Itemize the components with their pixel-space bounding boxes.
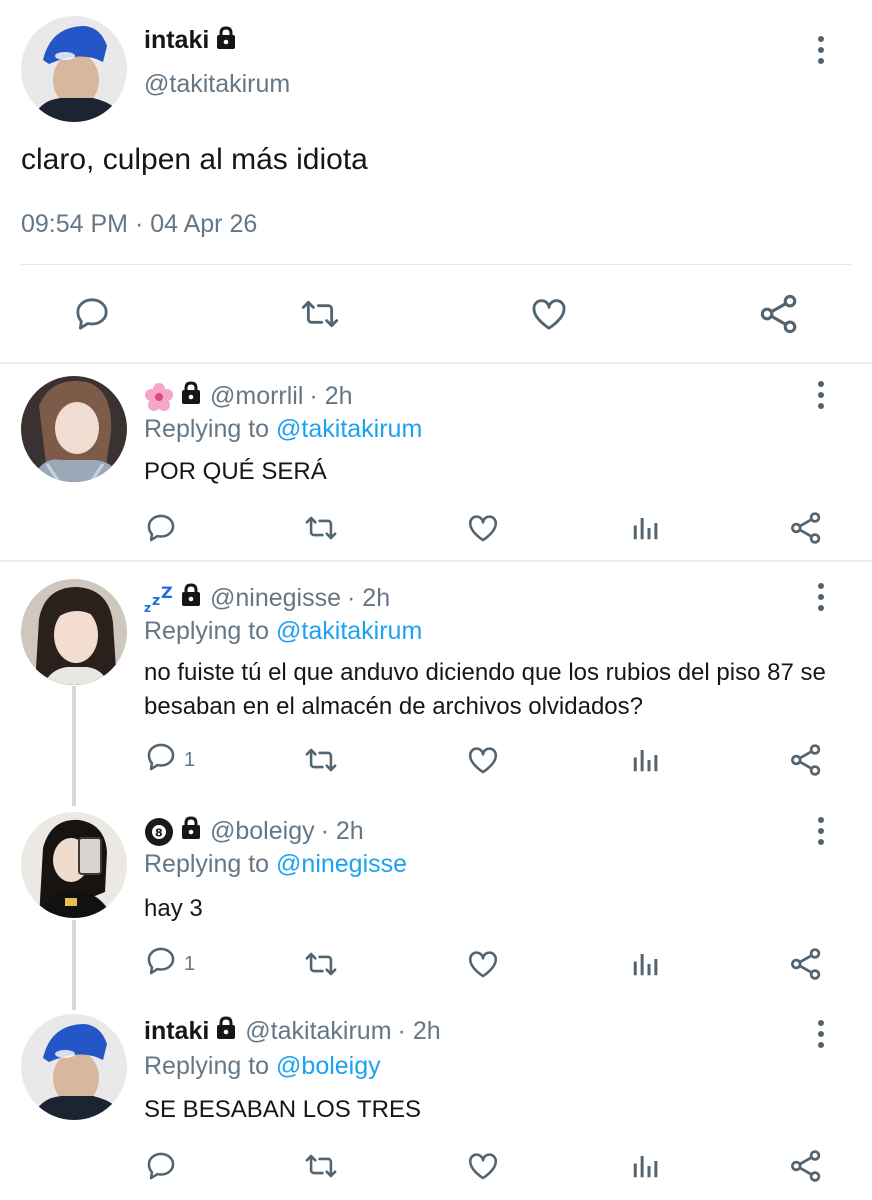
main-tweet: intaki @takitakirum claro, culpen al más… bbox=[0, 0, 872, 362]
reply-button[interactable]: 1 bbox=[144, 740, 195, 780]
reply-count: 1 bbox=[184, 952, 196, 975]
reply-count: 1 bbox=[184, 748, 196, 771]
more-options-icon[interactable] bbox=[818, 381, 824, 409]
divider bbox=[21, 264, 851, 265]
like-icon[interactable] bbox=[466, 740, 500, 780]
analytics-icon[interactable] bbox=[630, 944, 660, 984]
author-handle[interactable]: @ninegisse bbox=[210, 584, 341, 613]
tweet-timestamp[interactable]: 09:54 PM · 04 Apr 26 bbox=[21, 210, 257, 239]
avatar[interactable] bbox=[21, 579, 127, 685]
svg-text:z: z bbox=[144, 601, 151, 614]
reply-tweet[interactable]: @morrlil · 2h Replying to @takitakirum P… bbox=[0, 364, 872, 560]
replying-label: Replying to bbox=[144, 1052, 270, 1080]
reply-icon[interactable] bbox=[70, 292, 114, 336]
replying-to-link[interactable]: @takitakirum bbox=[276, 415, 422, 443]
reply-icon[interactable] bbox=[144, 1146, 178, 1186]
replying-to: Replying to @takitakirum bbox=[144, 617, 422, 646]
share-icon[interactable] bbox=[788, 508, 824, 548]
share-icon[interactable] bbox=[788, 740, 824, 780]
reply-age: · 2h bbox=[320, 817, 364, 845]
replying-label: Replying to bbox=[144, 617, 270, 645]
like-icon[interactable] bbox=[527, 292, 571, 336]
reply-age: · 2h bbox=[347, 584, 391, 612]
retweet-icon[interactable] bbox=[302, 1146, 340, 1186]
more-options-icon[interactable] bbox=[818, 583, 824, 611]
reply-tweet[interactable]: 8 @boleigy · 2h Replying to @ninegisse h… bbox=[0, 808, 872, 1008]
author-handle[interactable]: @takitakirum bbox=[245, 1017, 391, 1046]
lock-icon bbox=[180, 381, 202, 412]
more-options-icon[interactable] bbox=[818, 817, 824, 845]
cherry-blossom-icon bbox=[144, 382, 174, 412]
tweet-text: claro, culpen al más idiota bbox=[21, 143, 368, 176]
like-icon[interactable] bbox=[466, 944, 500, 984]
more-options-icon[interactable] bbox=[818, 1020, 824, 1048]
replying-to-link[interactable]: @boleigy bbox=[276, 1052, 381, 1080]
analytics-icon[interactable] bbox=[630, 1146, 660, 1186]
replying-label: Replying to bbox=[144, 415, 270, 443]
reply-text: hay 3 bbox=[144, 895, 203, 922]
replying-to: Replying to @boleigy bbox=[144, 1052, 381, 1081]
author-handle[interactable]: @morrlil bbox=[210, 382, 303, 411]
author-handle[interactable]: @takitakirum bbox=[144, 70, 290, 99]
author-handle[interactable]: @boleigy bbox=[210, 817, 315, 846]
avatar[interactable] bbox=[21, 376, 127, 482]
reply-text: SE BESABAN LOS TRES bbox=[144, 1096, 421, 1123]
lock-icon bbox=[215, 26, 237, 55]
lock-icon bbox=[180, 583, 202, 614]
reply-header: intaki @takitakirum · 2h bbox=[144, 1016, 441, 1047]
reply-tweet[interactable]: intaki @takitakirum · 2h Replying to @bo… bbox=[0, 1008, 872, 1200]
reply-text: POR QUÉ SERÁ bbox=[144, 458, 327, 485]
retweet-icon[interactable] bbox=[302, 508, 340, 548]
svg-text:Z: Z bbox=[161, 584, 173, 602]
display-name[interactable]: intaki bbox=[144, 1017, 209, 1046]
reply-header: @morrlil · 2h bbox=[144, 381, 353, 412]
sleeping-icon: zzZ bbox=[144, 583, 174, 615]
reply-icon bbox=[144, 944, 178, 984]
retweet-icon[interactable] bbox=[302, 944, 340, 984]
more-options-icon[interactable] bbox=[818, 36, 824, 64]
retweet-icon[interactable] bbox=[302, 740, 340, 780]
reply-header: 8 @boleigy · 2h bbox=[144, 816, 364, 847]
reply-text: no fuiste tú el que anduvo diciendo que … bbox=[144, 659, 826, 720]
analytics-icon[interactable] bbox=[630, 740, 660, 780]
replying-to: Replying to @takitakirum bbox=[144, 415, 422, 444]
analytics-icon[interactable] bbox=[630, 508, 660, 548]
lock-icon bbox=[215, 1016, 237, 1047]
reply-button[interactable]: 1 bbox=[144, 944, 195, 984]
share-icon[interactable] bbox=[788, 944, 824, 984]
replying-to: Replying to @ninegisse bbox=[144, 850, 407, 879]
replying-label: Replying to bbox=[144, 850, 270, 878]
retweet-icon[interactable] bbox=[298, 292, 342, 336]
avatar[interactable] bbox=[21, 16, 127, 122]
avatar[interactable] bbox=[21, 1014, 127, 1120]
display-name[interactable]: intaki bbox=[144, 26, 209, 55]
svg-text:z: z bbox=[152, 593, 160, 609]
reply-icon[interactable] bbox=[144, 508, 178, 548]
replying-to-link[interactable]: @ninegisse bbox=[276, 850, 407, 878]
reply-age: · 2h bbox=[397, 1017, 441, 1045]
avatar[interactable] bbox=[21, 812, 127, 918]
share-icon[interactable] bbox=[757, 292, 801, 336]
reply-header: zzZ @ninegisse · 2h bbox=[144, 583, 391, 615]
reply-icon bbox=[144, 740, 178, 780]
lock-icon bbox=[180, 816, 202, 847]
replying-to-link[interactable]: @takitakirum bbox=[276, 617, 422, 645]
like-icon[interactable] bbox=[466, 1146, 500, 1186]
author-name-row: intaki bbox=[144, 26, 237, 55]
svg-text:8: 8 bbox=[155, 826, 163, 839]
like-icon[interactable] bbox=[466, 508, 500, 548]
eight-ball-icon: 8 bbox=[144, 817, 174, 847]
reply-age: · 2h bbox=[309, 382, 353, 410]
share-icon[interactable] bbox=[788, 1146, 824, 1186]
reply-tweet[interactable]: zzZ @ninegisse · 2h Replying to @takitak… bbox=[0, 562, 872, 808]
